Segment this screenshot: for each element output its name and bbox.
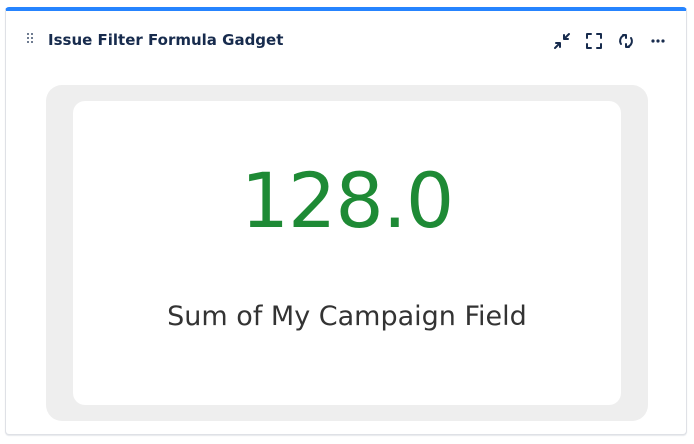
gadget-actions <box>552 31 668 51</box>
more-button[interactable] <box>648 31 668 51</box>
refresh-button[interactable] <box>616 31 636 51</box>
minimize-button[interactable] <box>552 31 572 51</box>
drag-handle-icon[interactable] <box>27 33 35 45</box>
refresh-icon <box>619 34 633 48</box>
gadget-title: Issue Filter Formula Gadget <box>48 31 284 49</box>
gadget-header: Issue Filter Formula Gadget <box>6 11 686 67</box>
more-dots-icon <box>651 39 665 43</box>
collapse-arrows-icon <box>554 33 570 49</box>
metric-card-frame: 128.0 Sum of My Campaign Field <box>46 85 648 421</box>
fullscreen-icon <box>586 33 602 49</box>
gadget-panel: Issue Filter Formula Gadget 128.0 Sum of… <box>5 7 687 435</box>
metric-value: 128.0 <box>240 156 455 245</box>
metric-card: 128.0 Sum of My Campaign Field <box>73 101 621 405</box>
metric-label: Sum of My Campaign Field <box>167 301 527 332</box>
maximize-button[interactable] <box>584 31 604 51</box>
